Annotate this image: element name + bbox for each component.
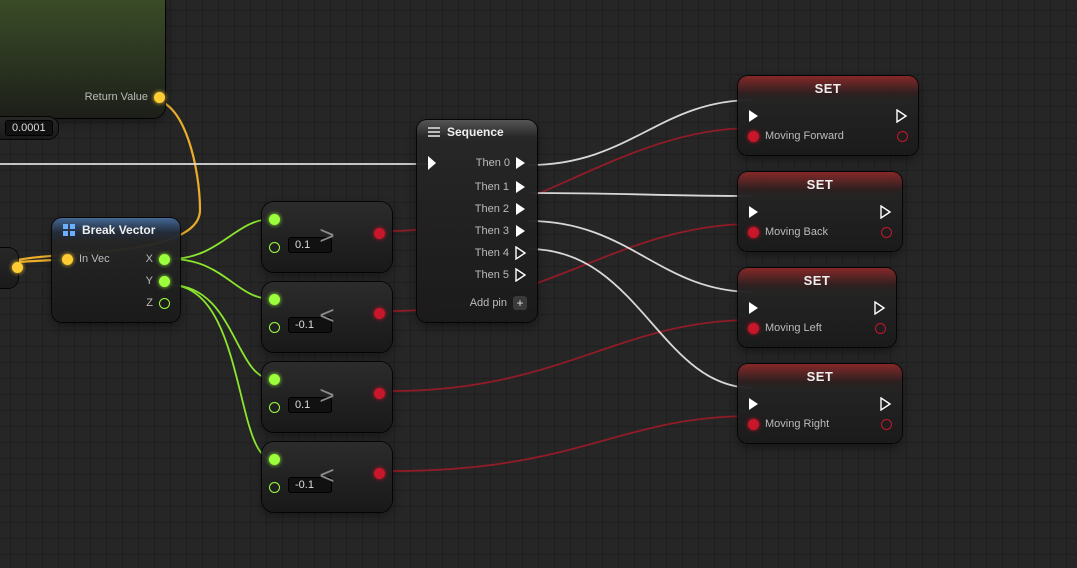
cmp1-out-pin[interactable]	[374, 228, 385, 239]
set3-bool-in[interactable]	[748, 419, 759, 430]
then5-pin[interactable]	[515, 268, 527, 282]
then1-label: Then 1	[475, 181, 509, 193]
set-moving-right-node[interactable]: SET Moving Right	[738, 364, 902, 443]
then0-pin[interactable]	[515, 156, 527, 170]
set1-var-label: Moving Back	[765, 226, 828, 238]
cmp2-op: <	[319, 300, 334, 331]
set0-exec-in[interactable]	[748, 109, 760, 123]
add-pin-button[interactable]: +	[513, 296, 527, 310]
tolerance-value[interactable]: 0.0001	[5, 120, 53, 136]
sequence-icon	[427, 125, 441, 139]
set1-bool-out[interactable]	[881, 227, 892, 238]
set0-bool-out[interactable]	[897, 131, 908, 142]
set3-exec-in[interactable]	[748, 397, 760, 411]
then3-label: Then 3	[475, 225, 509, 237]
cmp4-op: <	[319, 460, 334, 491]
cmp3-b-pin[interactable]	[269, 402, 280, 413]
axis-y-label: Y	[146, 275, 153, 287]
set3-bool-out[interactable]	[881, 419, 892, 430]
cmp2-b-pin[interactable]	[269, 322, 280, 333]
cmp3-a-pin[interactable]	[269, 374, 280, 385]
sequence-exec-in[interactable]	[427, 155, 441, 171]
in-vec-label: In Vec	[79, 253, 110, 265]
then0-label: Then 0	[476, 157, 510, 169]
set0-header[interactable]: SET	[738, 76, 918, 101]
add-pin-label: Add pin	[470, 297, 507, 309]
vector-output-pin[interactable]	[154, 92, 165, 103]
then4-pin[interactable]	[515, 246, 527, 260]
set2-exec-out[interactable]	[874, 301, 886, 315]
set2-var-label: Moving Left	[765, 322, 822, 334]
break-vector-header[interactable]: Break Vector	[52, 218, 180, 242]
set3-title: SET	[807, 369, 834, 384]
cmp2-out-pin[interactable]	[374, 308, 385, 319]
node-fragment-left[interactable]	[0, 248, 18, 288]
break-vector-node[interactable]: Break Vector In Vec X Y Z	[52, 218, 180, 322]
set-moving-left-node[interactable]: SET Moving Left	[738, 268, 896, 347]
cmp2-a-pin[interactable]	[269, 294, 280, 305]
greater-than-node-1[interactable]: 0.1 >	[262, 202, 392, 272]
z-output-pin[interactable]	[159, 298, 170, 309]
set1-bool-in[interactable]	[748, 227, 759, 238]
vector-output-pin-left[interactable]	[12, 262, 23, 273]
cmp3-op: >	[319, 380, 334, 411]
sequence-node[interactable]: Sequence Then 0 Then 1 Then 2 Then 3 The…	[417, 120, 537, 322]
then4-label: Then 4	[475, 247, 509, 259]
then2-label: Then 2	[475, 203, 509, 215]
cmp4-b-pin[interactable]	[269, 482, 280, 493]
break-vector-title: Break Vector	[82, 223, 155, 237]
tolerance-input[interactable]: 0.0001	[0, 117, 58, 139]
set1-exec-in[interactable]	[748, 205, 760, 219]
set0-var-label: Moving Forward	[765, 130, 844, 142]
set-moving-forward-node[interactable]: SET Moving Forward	[738, 76, 918, 155]
set2-title: SET	[804, 273, 831, 288]
cmp1-op: >	[319, 220, 334, 251]
break-struct-icon	[62, 223, 76, 237]
cmp1-b-pin[interactable]	[269, 242, 280, 253]
set0-title: SET	[815, 81, 842, 96]
sequence-title: Sequence	[447, 125, 504, 139]
set1-title: SET	[807, 177, 834, 192]
return-value-label: Return Value	[85, 91, 148, 103]
cmp4-a-pin[interactable]	[269, 454, 280, 465]
set3-exec-out[interactable]	[880, 397, 892, 411]
set2-bool-in[interactable]	[748, 323, 759, 334]
function-node-fragment[interactable]: Return Value	[0, 0, 165, 118]
cmp3-out-pin[interactable]	[374, 388, 385, 399]
in-vec-pin[interactable]	[62, 254, 73, 265]
y-output-pin[interactable]	[159, 276, 170, 287]
set3-var-label: Moving Right	[765, 418, 829, 430]
set0-bool-in[interactable]	[748, 131, 759, 142]
x-output-pin[interactable]	[159, 254, 170, 265]
then5-label: Then 5	[475, 269, 509, 281]
return-value-pin-row: Return Value	[0, 86, 165, 108]
set-moving-back-node[interactable]: SET Moving Back	[738, 172, 902, 251]
cmp4-out-pin[interactable]	[374, 468, 385, 479]
set0-exec-out[interactable]	[896, 109, 908, 123]
set2-bool-out[interactable]	[875, 323, 886, 334]
cmp1-a-pin[interactable]	[269, 214, 280, 225]
then3-pin[interactable]	[515, 224, 527, 238]
set2-exec-in[interactable]	[748, 301, 760, 315]
then2-pin[interactable]	[515, 202, 527, 216]
set1-exec-out[interactable]	[880, 205, 892, 219]
axis-z-label: Z	[146, 297, 153, 309]
less-than-node-2[interactable]: -0.1 <	[262, 442, 392, 512]
greater-than-node-2[interactable]: 0.1 >	[262, 362, 392, 432]
axis-x-label: X	[146, 253, 153, 265]
then1-pin[interactable]	[515, 180, 527, 194]
sequence-header[interactable]: Sequence	[417, 120, 537, 144]
less-than-node-1[interactable]: -0.1 <	[262, 282, 392, 352]
